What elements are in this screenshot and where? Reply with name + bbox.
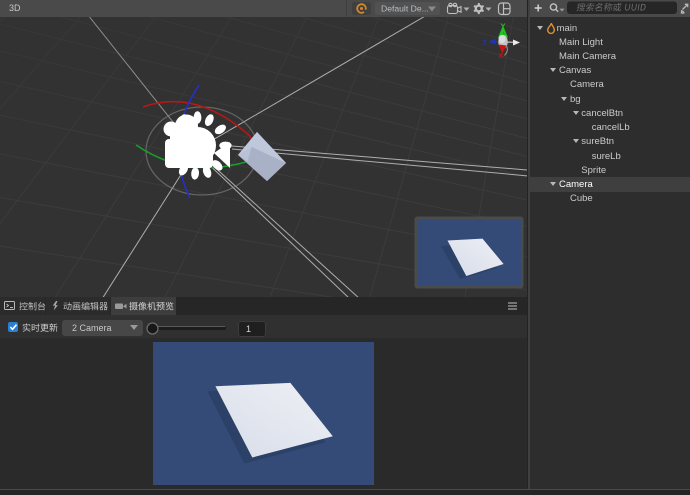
svg-text:X: X [499, 51, 504, 60]
svg-text:Default De...: Default De... [381, 4, 429, 14]
svg-text:1: 1 [246, 324, 251, 334]
svg-text:3D: 3D [9, 3, 21, 13]
svg-text:Y: Y [501, 22, 506, 31]
svg-text:Z: Z [483, 40, 487, 47]
svg-text:2 Camera: 2 Camera [72, 323, 112, 333]
